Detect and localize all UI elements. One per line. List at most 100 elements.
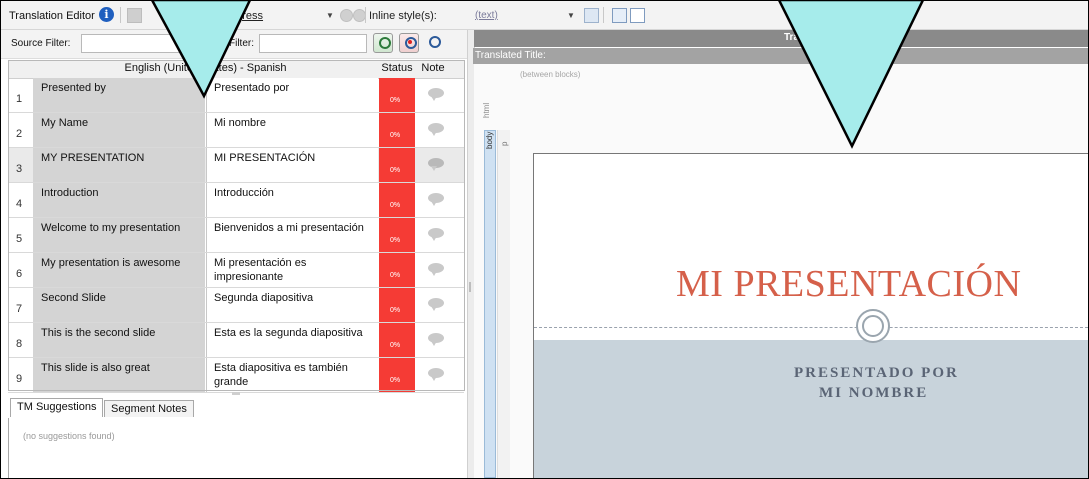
- source-cell: Introduction: [33, 183, 205, 217]
- note-cell[interactable]: [416, 253, 464, 287]
- note-cell[interactable]: [416, 78, 464, 112]
- row-number: 9: [16, 373, 23, 385]
- note-cell[interactable]: [416, 358, 464, 392]
- note-cell[interactable]: [416, 183, 464, 217]
- note-cell[interactable]: [416, 218, 464, 252]
- resize-grip[interactable]: [232, 392, 240, 395]
- tab-tm-suggestions[interactable]: TM Suggestions: [10, 398, 104, 417]
- inline-styles-dropdown[interactable]: (text): [475, 10, 498, 21]
- target-cell[interactable]: Introducción: [206, 183, 378, 217]
- inline-styles-label: Inline style(s):: [369, 10, 437, 22]
- info-icon[interactable]: i: [99, 7, 114, 22]
- ring-ornament-icon: [856, 309, 890, 343]
- status-cell: 0%: [379, 253, 415, 287]
- note-cell[interactable]: [416, 288, 464, 322]
- row-number: 3: [16, 163, 23, 175]
- suggestions-panel: (no suggestions found): [8, 418, 468, 478]
- note-bubble-icon[interactable]: [428, 88, 444, 101]
- search-icon: [379, 37, 391, 49]
- table-row[interactable]: 9 This slide is also great Esta diaposit…: [8, 358, 464, 393]
- image-icon[interactable]: [584, 8, 599, 23]
- callout-arrow-right: [777, 0, 925, 149]
- target-cell[interactable]: Mi nombre: [206, 113, 378, 147]
- note-bubble-icon[interactable]: [428, 368, 444, 381]
- clear-icon: [408, 40, 412, 44]
- status-cell: 0%: [379, 358, 415, 392]
- p-tag-label: p: [500, 141, 509, 146]
- slide-subtitle-line-2: MI NOMBRE: [819, 385, 929, 401]
- note-bubble-icon[interactable]: [428, 298, 444, 311]
- status-column-header[interactable]: Status: [379, 62, 415, 74]
- toolbar-divider: [120, 7, 121, 23]
- preview-icon[interactable]: [612, 8, 627, 23]
- table-row[interactable]: 4 Introduction Introducción 0%: [8, 183, 464, 218]
- target-cell[interactable]: Bienvenidos a mi presentación: [206, 218, 378, 252]
- target-cell[interactable]: MI PRESENTACIÓN: [206, 148, 378, 182]
- toolbar-divider: [365, 7, 366, 23]
- slide-divider: [534, 327, 1088, 328]
- note-bubble-icon[interactable]: [428, 123, 444, 136]
- row-number: 2: [16, 128, 23, 140]
- target-filter-input[interactable]: [259, 34, 367, 53]
- document-icon[interactable]: [127, 8, 142, 23]
- toolbar-divider: [603, 7, 604, 23]
- note-bubble-icon[interactable]: [428, 193, 444, 206]
- body-tag-label: body: [485, 131, 494, 149]
- search-button[interactable]: [373, 33, 393, 53]
- note-bubble-icon[interactable]: [428, 263, 444, 276]
- source-cell: Welcome to my presentation: [33, 218, 205, 252]
- note-column-header[interactable]: Note: [418, 62, 448, 74]
- toggle-left-icon[interactable]: [340, 9, 353, 22]
- tab-segment-notes[interactable]: Segment Notes: [104, 400, 194, 417]
- table-icon[interactable]: [630, 8, 645, 23]
- table-row-selected[interactable]: 3 MY PRESENTATION MI PRESENTACIÓN 0%: [8, 148, 464, 183]
- chevron-down-icon[interactable]: ▼: [326, 11, 334, 20]
- chevron-down-icon[interactable]: ▼: [567, 11, 575, 20]
- target-cell[interactable]: Esta es la segunda diapositiva: [206, 323, 378, 357]
- note-cell[interactable]: [416, 323, 464, 357]
- source-cell: This is the second slide: [33, 323, 205, 357]
- body-block-bar[interactable]: body: [484, 130, 496, 478]
- source-cell: My presentation is awesome: [33, 253, 205, 287]
- status-cell: 0%: [379, 113, 415, 147]
- table-row[interactable]: 7 Second Slide Segunda diapositiva 0%: [8, 288, 464, 323]
- search-options-button[interactable]: [427, 35, 443, 51]
- source-filter-label: Source Filter:: [11, 38, 71, 49]
- status-cell: 0%: [379, 288, 415, 322]
- callout-arrow-left: [150, 0, 252, 99]
- row-number: 6: [16, 268, 23, 280]
- source-cell: MY PRESENTATION: [33, 148, 205, 182]
- source-cell: My Name: [33, 113, 205, 147]
- suggestions-empty-message: (no suggestions found): [23, 431, 115, 441]
- table-row[interactable]: 2 My Name Mi nombre 0%: [8, 113, 464, 148]
- target-cell[interactable]: Mi presentación es impresionante: [206, 253, 378, 287]
- slide-title: MI PRESENTACIÓN: [676, 263, 1022, 305]
- target-cell[interactable]: Segunda diapositiva: [206, 288, 378, 322]
- note-cell[interactable]: [416, 113, 464, 147]
- status-cell: 0%: [379, 148, 415, 182]
- search-options-icon: [429, 36, 441, 48]
- row-number: 8: [16, 338, 23, 350]
- status-cell: 0%: [379, 183, 415, 217]
- clear-search-button[interactable]: [399, 33, 419, 53]
- target-cell[interactable]: Esta diapositiva es también grande: [206, 358, 378, 392]
- status-cell: 0%: [379, 218, 415, 252]
- splitter-grip[interactable]: [469, 282, 471, 292]
- editor-title: Translation Editor: [9, 10, 95, 22]
- row-number: 7: [16, 303, 23, 315]
- note-cell[interactable]: [416, 148, 464, 182]
- source-cell: This slide is also great: [33, 358, 205, 392]
- slide-subtitle-line-1: PRESENTADO POR: [794, 365, 959, 381]
- table-row[interactable]: 8 This is the second slide Esta es la se…: [8, 323, 464, 358]
- row-number: 1: [16, 93, 23, 105]
- table-row[interactable]: 5 Welcome to my presentation Bienvenidos…: [8, 218, 464, 253]
- note-bubble-icon[interactable]: [428, 158, 444, 171]
- status-cell: 0%: [379, 78, 415, 112]
- note-bubble-icon[interactable]: [428, 228, 444, 241]
- row-number: 4: [16, 198, 23, 210]
- status-cell: 0%: [379, 323, 415, 357]
- translated-title-label: Translated Title:: [475, 50, 546, 61]
- p-block-bar[interactable]: p: [497, 130, 510, 478]
- note-bubble-icon[interactable]: [428, 333, 444, 346]
- table-row[interactable]: 6 My presentation is awesome Mi presenta…: [8, 253, 464, 288]
